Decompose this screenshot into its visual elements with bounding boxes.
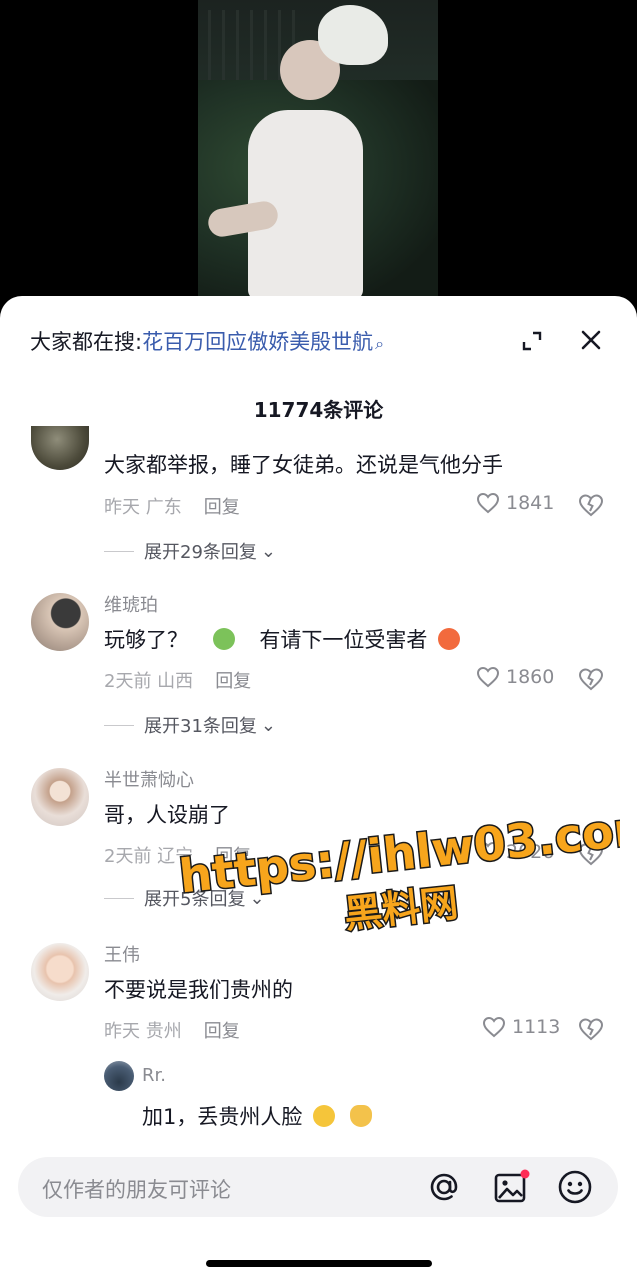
mention-icon[interactable] [425,1168,463,1206]
comment-text: 玩够了？ 有请下一位受害者 [104,624,464,654]
comment-text-part1: 玩够了？ [104,628,188,652]
avatar[interactable] [31,593,89,651]
reply-button[interactable]: 回复 [215,671,251,692]
emoji-icon[interactable] [556,1168,594,1206]
like-count: 1113 [512,1016,561,1038]
avatar[interactable] [31,768,89,826]
victory-hand-emoji-icon [349,1105,372,1127]
comment-text: 大家都举报，睡了女徒弟。还说是气他分手 [104,453,503,477]
divider [104,550,134,552]
person-hair [318,5,388,65]
comment-meta: 昨天 广东 回复 [104,493,240,519]
chevron-down-icon: ⌄ [260,540,276,562]
comment-author[interactable]: 维琥珀 [104,591,158,617]
divider [104,724,134,726]
comment-input-placeholder: 仅作者的朋友可评论 [42,1178,231,1202]
comment-text: 不要说是我们贵州的 [104,978,293,1002]
home-indicator [206,1260,432,1267]
comment-text-part2: 有请下一位受害者 [259,628,428,652]
watermark: https://ihlw03.com 黑料网 [175,800,620,938]
comment-time-location: 昨天 贵州 [104,1021,182,1042]
vomit-emoji-icon [212,628,235,650]
video-player[interactable] [0,0,637,300]
reply-text-content: 加1，丢贵州人脸 [142,1105,303,1129]
reply-author[interactable]: Rr. [142,1065,166,1086]
comment-meta: 昨天 贵州 回复 [104,1017,240,1043]
avatar[interactable] [31,943,89,1001]
close-icon[interactable] [580,329,602,351]
like-count: 1841 [506,492,555,514]
dislike-icon[interactable] [578,1017,604,1041]
reply-button[interactable]: 回复 [204,497,240,518]
dislike-icon[interactable] [578,667,604,691]
search-suggestion[interactable]: 大家都在搜:花百万回应傲娇美殷世航 ⌕ [30,326,384,356]
hot-face-emoji-icon [438,628,461,650]
video-frame [198,0,438,300]
like-count: 1860 [506,666,555,688]
comment-author[interactable]: 王伟 [104,941,140,967]
expand-replies[interactable]: 展开29条回复 ⌄ [104,538,276,564]
search-prefix: 大家都在搜: [30,330,143,354]
expand-replies-label: 展开31条回复 [144,716,257,737]
comment-time-location: 昨天 广东 [104,497,182,518]
chevron-down-icon: ⌄ [260,714,276,736]
like-button[interactable]: 1113 [482,1016,560,1038]
heart-icon [482,1016,506,1038]
comment-author[interactable]: 半世萧恸心 [104,766,194,792]
watermark-site-name: 黑料网 [342,881,460,937]
like-button[interactable]: 1860 [476,666,554,688]
heart-icon [476,492,500,514]
expand-icon[interactable] [522,331,542,351]
dislike-icon[interactable] [578,493,604,517]
comment-sheet: 大家都在搜:花百万回应傲娇美殷世航 ⌕ 11774条评论 大家都举报，睡了女徒弟。… [0,296,637,1280]
comment-time-location: 2天前 山西 [104,671,194,692]
like-button[interactable]: 1841 [476,492,554,514]
image-icon[interactable] [492,1168,530,1206]
avatar[interactable] [31,426,89,470]
reply-avatar[interactable] [104,1061,134,1091]
comment-count: 11774条评论 [253,398,384,422]
heart-icon [476,666,500,688]
notification-dot [520,1169,530,1179]
expand-replies-label: 展开29条回复 [144,542,257,563]
search-keyword[interactable]: 花百万回应傲娇美殷世航 [142,330,373,354]
reply-text: 加1，丢贵州人脸 [142,1101,376,1131]
divider [104,897,134,899]
crying-emoji-icon [313,1105,336,1127]
comment-input-bar[interactable]: 仅作者的朋友可评论 [18,1157,618,1217]
search-icon: ⌕ [375,334,385,353]
expand-replies[interactable]: 展开31条回复 ⌄ [104,712,276,738]
reply-button[interactable]: 回复 [204,1021,240,1042]
comment-meta: 2天前 山西 回复 [104,667,251,693]
